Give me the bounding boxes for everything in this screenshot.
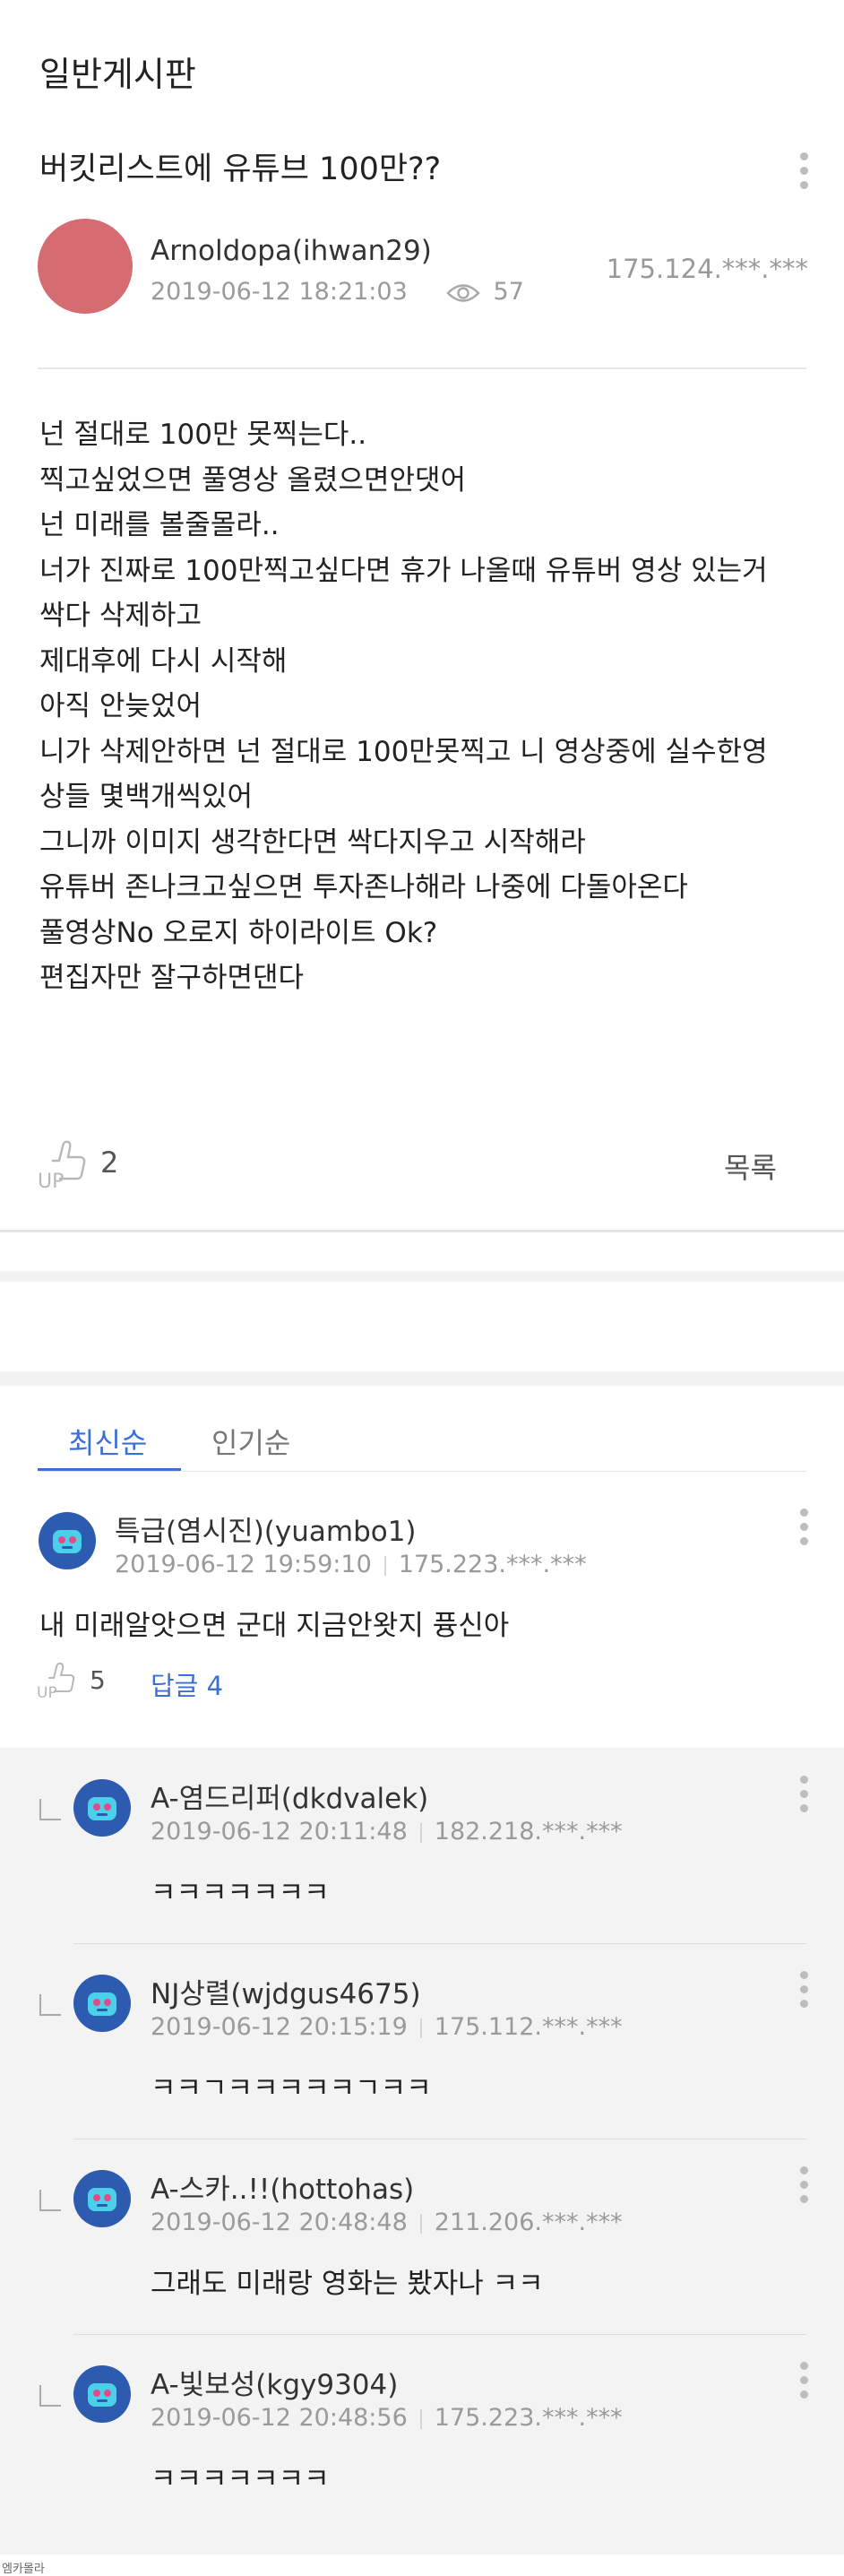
reply-ip: 182.218.***.***	[434, 1818, 623, 1846]
reply-author[interactable]: A-염드리퍼(dkdvalek)	[151, 1776, 428, 1816]
reply-arrow-icon	[39, 1799, 61, 1820]
post-body-line: 제대후에 다시 시작해	[39, 644, 288, 678]
post-body-line: 풀영상No 오로지 하이라이트 Ok?	[39, 916, 438, 949]
reply-datetime: 2019-06-12 20:15:19	[151, 2013, 408, 2041]
post-meta: 2019-06-12 18:21:03 57	[151, 278, 524, 306]
thumbs-up-icon[interactable]: UP	[36, 1134, 91, 1189]
post-datetime: 2019-06-12 18:21:03	[151, 278, 408, 306]
reply-arrow-icon	[39, 2385, 61, 2407]
post-body: 넌 절대로 100만 못찍는다.. 찍고싶었으면 풀영상 올렸으면안댓어넌 미래를…	[39, 412, 810, 1001]
post-body-line: 그니까 이미지 생각한다면 싹다지우고 시작해라	[39, 826, 586, 859]
post-views: 57	[493, 278, 524, 306]
reply-avatar[interactable]	[73, 2170, 131, 2227]
tab-latest[interactable]: 최신순	[68, 1421, 147, 1462]
reply-divider	[73, 2334, 806, 2335]
post-title: 버킷리스트에 유튜브 100만??	[39, 151, 442, 187]
reply-text: ㅋㅋㅋㅋㅋㅋㅋ	[151, 1877, 330, 1909]
post-body-line: 싹다 삭제하고	[39, 600, 202, 632]
comment-text: 내 미래알앗으면 군대 지금안왓지 퓽신아	[39, 1610, 510, 1642]
comment-up-count: 5	[90, 1665, 106, 1695]
post-body-line: 상들 몇백개씩있어	[39, 781, 254, 813]
meta-separator	[419, 2018, 422, 2038]
eye-icon	[446, 283, 480, 302]
reply-ip: 175.223.***.***	[434, 2404, 623, 2432]
tabs-divider	[38, 1471, 806, 1472]
tab-popular[interactable]: 인기순	[211, 1421, 290, 1462]
post-body-line: 넌 절대로 100만 못찍는다..	[39, 419, 367, 451]
meta-separator	[419, 2213, 422, 2234]
comment-datetime: 2019-06-12 19:59:10	[115, 1551, 372, 1578]
reply-divider	[73, 1943, 806, 1944]
reply-meta: 2019-06-12 20:48:56 175.223.***.***	[151, 2404, 623, 2432]
reply-ip: 211.206.***.***	[434, 2209, 623, 2236]
game-character-avatar-icon	[88, 2188, 116, 2211]
reply-datetime: 2019-06-12 20:48:56	[151, 2404, 408, 2432]
post-body-line: 넌 미래를 볼줄몰라..	[39, 509, 280, 541]
section-separator	[0, 1371, 844, 1386]
post-body-line: 너가 진짜로 100만찍고싶다면 휴가 나올때 유튜버 영상 있는거	[39, 554, 768, 587]
reply-text: ㅋㅋㅋㅋㅋㅋㅋ	[151, 2463, 330, 2495]
meta-separator	[383, 1555, 386, 1576]
post-body-line: 니가 삭제안하면 넌 절대로 100만못찍고 니 영상중에 실수한영	[39, 735, 768, 768]
reply-ip: 175.112.***.***	[434, 2013, 623, 2041]
post-ip: 175.124.***.***	[606, 254, 808, 284]
post-body-line: 편집자만 잘구하면댄다	[39, 962, 305, 994]
comment-author[interactable]: 특급(염시진)(yuambo1)	[115, 1508, 417, 1549]
reply-author[interactable]: A-스카..!!(hottohas)	[151, 2166, 414, 2207]
post-body-line: 찍고싶었으면 풀영상 올렸으면안댓어	[39, 463, 467, 497]
reply-author[interactable]: NJ상렬(wjdgus4675)	[151, 1971, 421, 2011]
footer-text: 엠카몰라	[2, 2563, 45, 2576]
svg-text:UP: UP	[37, 1684, 57, 1699]
meta-separator	[419, 1822, 422, 1843]
list-button[interactable]: 목록	[724, 1145, 777, 1187]
reply-text: 그래도 미래랑 영화는 봤자나 ㅋㅋ	[151, 2268, 544, 2300]
reply-arrow-icon	[39, 2190, 61, 2211]
reply-more-icon[interactable]	[786, 1962, 822, 2016]
reply-count-button[interactable]: 답글 4	[151, 1665, 223, 1703]
reply-avatar[interactable]	[73, 1779, 131, 1837]
game-character-avatar-icon	[88, 1797, 116, 1820]
reply-more-icon[interactable]	[786, 2353, 822, 2407]
comment-avatar[interactable]	[39, 1512, 96, 1569]
reply-more-icon[interactable]	[786, 1767, 822, 1820]
reply-meta: 2019-06-12 20:15:19 175.112.***.***	[151, 2013, 623, 2041]
board-title: 일반게시판	[39, 55, 196, 94]
author-avatar[interactable]	[38, 219, 133, 314]
game-character-avatar-icon	[88, 2383, 116, 2407]
svg-text:UP: UP	[38, 1171, 64, 1189]
reply-meta: 2019-06-12 20:11:48 182.218.***.***	[151, 1818, 623, 1846]
game-character-avatar-icon	[53, 1530, 82, 1553]
post-more-icon[interactable]	[786, 143, 822, 197]
replies-section	[0, 1748, 844, 2554]
post-header-divider	[38, 367, 806, 369]
post-body-line: 유튜버 존나크고싶으면 투자존나해라 나중에 다돌아온다	[39, 871, 688, 903]
post-up-count: 2	[100, 1145, 119, 1180]
comment-more-icon[interactable]	[786, 1500, 822, 1553]
reply-arrow-icon	[39, 1994, 61, 2016]
reply-meta: 2019-06-12 20:48:48 211.206.***.***	[151, 2209, 623, 2236]
comment-meta: 2019-06-12 19:59:10 175.223.***.***	[115, 1551, 587, 1578]
reply-avatar[interactable]	[73, 2365, 131, 2423]
post-author[interactable]: Arnoldopa(ihwan29)	[151, 235, 432, 267]
comment-ip: 175.223.***.***	[398, 1551, 587, 1578]
reply-datetime: 2019-06-12 20:11:48	[151, 1818, 408, 1846]
post-bottom-divider	[0, 1230, 844, 1232]
thumbs-up-icon[interactable]: UP	[36, 1658, 81, 1699]
reply-more-icon[interactable]	[786, 2157, 822, 2211]
game-character-avatar-icon	[88, 1993, 116, 2016]
section-separator	[0, 1271, 844, 1282]
meta-separator	[419, 2408, 422, 2429]
reply-text: ㅋㅋㄱㅋㅋㅋㅋㅋㄱㅋㅋ	[151, 2072, 432, 2105]
reply-avatar[interactable]	[73, 1975, 131, 2032]
reply-datetime: 2019-06-12 20:48:48	[151, 2209, 408, 2236]
reply-author[interactable]: A-빛보성(kgy9304)	[151, 2362, 398, 2402]
post-body-line: 아직 안늦었어	[39, 690, 202, 722]
